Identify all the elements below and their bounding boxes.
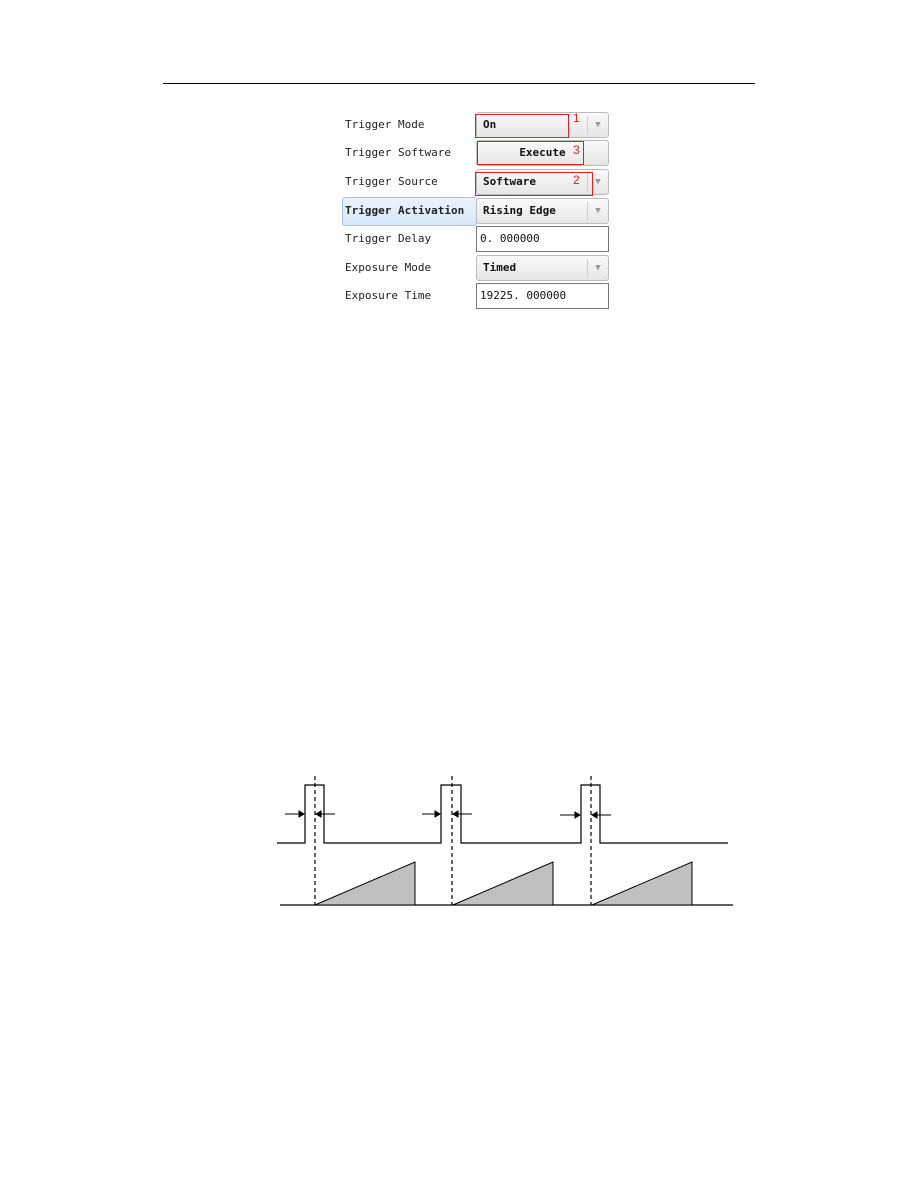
- timing-diagram: [277, 776, 733, 906]
- exposure-ramp: [314, 861, 416, 906]
- trigger-signal: [277, 784, 728, 844]
- exposure-ramp: [591, 861, 693, 906]
- arrow-left-icon: [591, 811, 598, 819]
- exposure-ramp: [452, 861, 554, 906]
- arrow-right-icon: [298, 810, 305, 818]
- arrow-left-icon: [452, 810, 459, 818]
- arrow-right-icon: [574, 811, 581, 819]
- arrow-left-icon: [315, 810, 322, 818]
- document-page: Trigger Mode Trigger Software Trigger So…: [0, 0, 918, 1188]
- arrow-right-icon: [434, 810, 441, 818]
